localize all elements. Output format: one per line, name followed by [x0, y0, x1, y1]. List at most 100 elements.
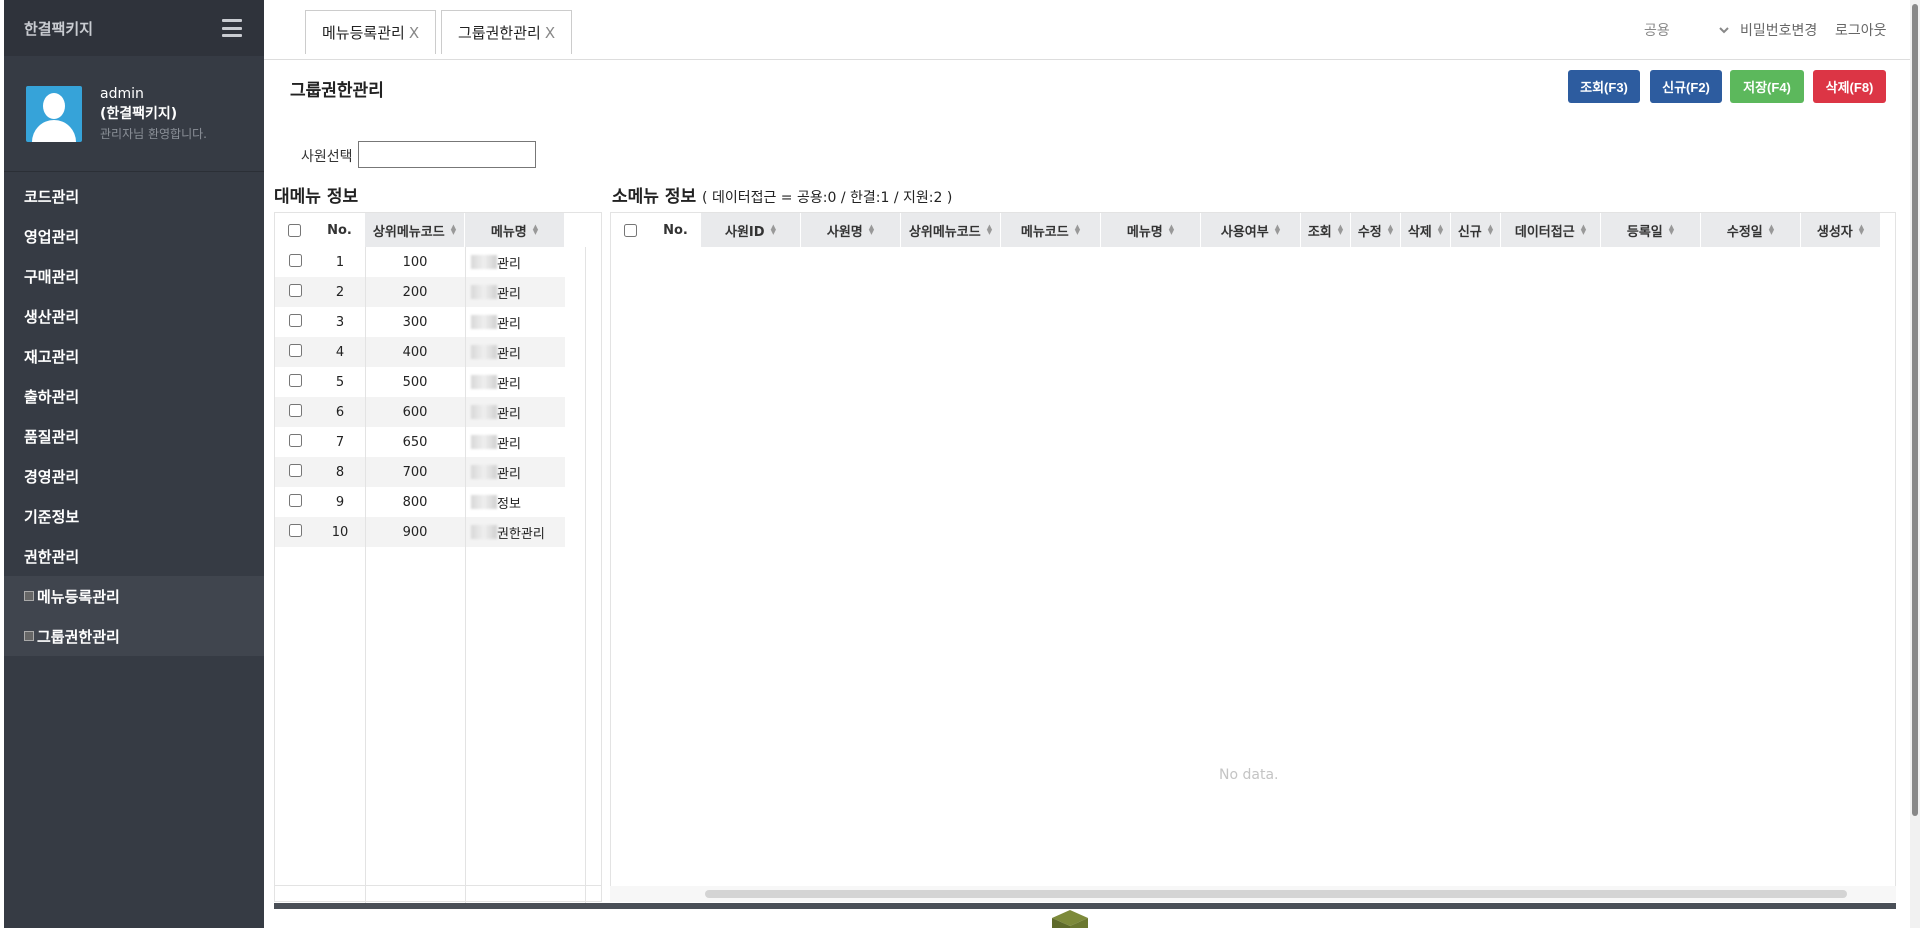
scrollbar-thumb[interactable] [1912, 4, 1918, 816]
sort-icon[interactable]: ▲ ▼ [451, 224, 456, 236]
header-label: 신규 [1457, 224, 1482, 240]
delete-button[interactable]: 삭제(F8) [1813, 70, 1886, 103]
header-new[interactable]: 신규 ▲ ▼ [1451, 213, 1501, 247]
logout-link[interactable]: 로그아웃 [1835, 20, 1887, 40]
scrollbar-thumb[interactable] [705, 890, 1847, 898]
sidebar-item-inventory[interactable]: 재고관리 [4, 336, 264, 376]
header-delete[interactable]: 삭제 ▲ ▼ [1401, 213, 1451, 247]
table-row[interactable]: 3 300 관리 [275, 307, 565, 337]
header-label: 상위메뉴코드 [908, 224, 981, 240]
table-row[interactable]: 8 700 관리 [275, 457, 565, 487]
sidebar-item-menu-registration[interactable]: 메뉴등록관리 [4, 576, 264, 616]
sidebar-item-sales[interactable]: 영업관리 [4, 216, 264, 256]
header-parent-menu-code[interactable]: 상위메뉴코드 ▲ ▼ [901, 213, 1001, 247]
sidebar-item-base-info[interactable]: 기준정보 [4, 496, 264, 536]
sidebar-item-group-permission[interactable]: 그룹권한관리 [4, 616, 264, 656]
sort-icon[interactable]: ▲ ▼ [771, 224, 776, 236]
page-scrollbar[interactable] [1910, 0, 1920, 928]
row-checkbox[interactable] [288, 253, 302, 267]
header-menu-name[interactable]: 메뉴명 ▲ ▼ [1101, 213, 1201, 247]
row-checkbox[interactable] [288, 493, 302, 507]
sort-icon[interactable]: ▲ ▼ [1769, 224, 1774, 236]
employee-select-input[interactable] [358, 141, 536, 168]
header-menu-code[interactable]: 메뉴코드 ▲ ▼ [1001, 213, 1101, 247]
header-data-access[interactable]: 데이터접근 ▲ ▼ [1501, 213, 1601, 247]
header-creator[interactable]: 생성자 ▲ ▼ [1801, 213, 1881, 247]
cell-code: 700 [402, 464, 428, 480]
header-created-date[interactable]: 등록일 ▲ ▼ [1601, 213, 1701, 247]
row-checkbox[interactable] [288, 403, 302, 417]
row-checkbox[interactable] [288, 373, 302, 387]
cell-code: 100 [402, 254, 428, 270]
sort-icon[interactable]: ▲ ▼ [987, 224, 992, 236]
header-read[interactable]: 조회 ▲ ▼ [1301, 213, 1351, 247]
header-use-yn[interactable]: 사용여부 ▲ ▼ [1201, 213, 1301, 247]
tab-group-permission[interactable]: 그룹권한관리 X [441, 10, 573, 54]
sidebar-item-quality[interactable]: 품질관리 [4, 416, 264, 456]
row-checkbox[interactable] [288, 433, 302, 447]
table-row[interactable]: 10 900 권한관리 [275, 517, 565, 547]
sort-icon[interactable]: ▲ ▼ [869, 224, 874, 236]
cell-menu-name: 권한관리 [497, 526, 545, 542]
table-row[interactable]: 1 100 관리 [275, 247, 565, 277]
sort-icon[interactable]: ▲ ▼ [1438, 224, 1443, 236]
header-modified-date[interactable]: 수정일 ▲ ▼ [1701, 213, 1801, 247]
sidebar-item-management[interactable]: 경영관리 [4, 456, 264, 496]
sort-icon[interactable]: ▲ ▼ [1388, 224, 1393, 236]
header-parent-menu-code[interactable]: 상위메뉴코드 ▲ ▼ [365, 213, 465, 247]
save-button[interactable]: 저장(F4) [1730, 70, 1804, 103]
sidebar-item-label: 그룹권한관리 [37, 627, 120, 646]
new-button[interactable]: 신규(F2) [1650, 70, 1722, 103]
sort-icon[interactable]: ▲ ▼ [1488, 224, 1493, 236]
row-checkbox[interactable] [288, 523, 302, 537]
cell-menu-name: 정보 [497, 496, 521, 512]
table-row[interactable]: 9 800 정보 [275, 487, 565, 517]
change-password-link[interactable]: 비밀번호변경 [1740, 20, 1817, 40]
table-row[interactable]: 7 650 관리 [275, 427, 565, 457]
select-all-checkbox[interactable] [288, 223, 301, 237]
header-employee-name[interactable]: 사원명 ▲ ▼ [801, 213, 901, 247]
search-button[interactable]: 조회(F3) [1568, 70, 1640, 103]
redacted-text [471, 255, 497, 269]
sort-icon[interactable]: ▲ ▼ [1169, 224, 1174, 236]
sidebar-item-purchase[interactable]: 구매관리 [4, 256, 264, 296]
sidebar-item-label: 기준정보 [24, 507, 80, 526]
company-select[interactable]: 공용 [1632, 12, 1732, 48]
sidebar-item-shipping[interactable]: 출하관리 [4, 376, 264, 416]
table-row[interactable]: 5 500 관리 [275, 367, 565, 397]
sort-icon[interactable]: ▲ ▼ [533, 224, 538, 236]
sort-icon[interactable]: ▲ ▼ [1581, 224, 1586, 236]
row-checkbox[interactable] [288, 463, 302, 477]
tab-menu-registration[interactable]: 메뉴등록관리 X [305, 10, 437, 54]
row-checkbox[interactable] [288, 313, 302, 327]
tab-label: 그룹권한관리 [458, 24, 541, 42]
select-all-checkbox[interactable] [624, 223, 637, 237]
tab-label: 메뉴등록관리 [322, 24, 405, 42]
sidebar-item-code[interactable]: 코드관리 [4, 176, 264, 216]
sort-icon[interactable]: ▲ ▼ [1859, 224, 1864, 236]
row-checkbox[interactable] [288, 283, 302, 297]
row-checkbox[interactable] [288, 343, 302, 357]
user-name: admin [100, 85, 144, 102]
header-label: 사원ID [725, 224, 765, 240]
horizontal-scrollbar[interactable] [610, 886, 1896, 902]
table-row[interactable]: 4 400 관리 [275, 337, 565, 367]
sidebar-item-permission[interactable]: 권한관리 [4, 536, 264, 576]
header-edit[interactable]: 수정 ▲ ▼ [1351, 213, 1401, 247]
table-row[interactable]: 6 600 관리 [275, 397, 565, 427]
sort-icon[interactable]: ▲ ▼ [1075, 224, 1080, 236]
header-label: 데이터접근 [1514, 224, 1575, 240]
sort-icon[interactable]: ▲ ▼ [1275, 224, 1280, 236]
sort-icon[interactable]: ▲ ▼ [1338, 224, 1343, 236]
panel-splitter[interactable] [274, 903, 1896, 909]
header-employee-id[interactable]: 사원ID ▲ ▼ [701, 213, 801, 247]
tab-close-icon[interactable]: X [545, 24, 555, 42]
table-row[interactable]: 2 200 관리 [275, 277, 565, 307]
sidebar-item-production[interactable]: 생산관리 [4, 296, 264, 336]
brand-header: 한결팩키지 [4, 0, 264, 56]
header-label: 사원명 [826, 224, 863, 240]
sort-icon[interactable]: ▲ ▼ [1669, 224, 1674, 236]
hamburger-icon[interactable] [222, 19, 242, 37]
tab-close-icon[interactable]: X [409, 24, 419, 42]
header-menu-name[interactable]: 메뉴명 ▲ ▼ [465, 213, 565, 247]
